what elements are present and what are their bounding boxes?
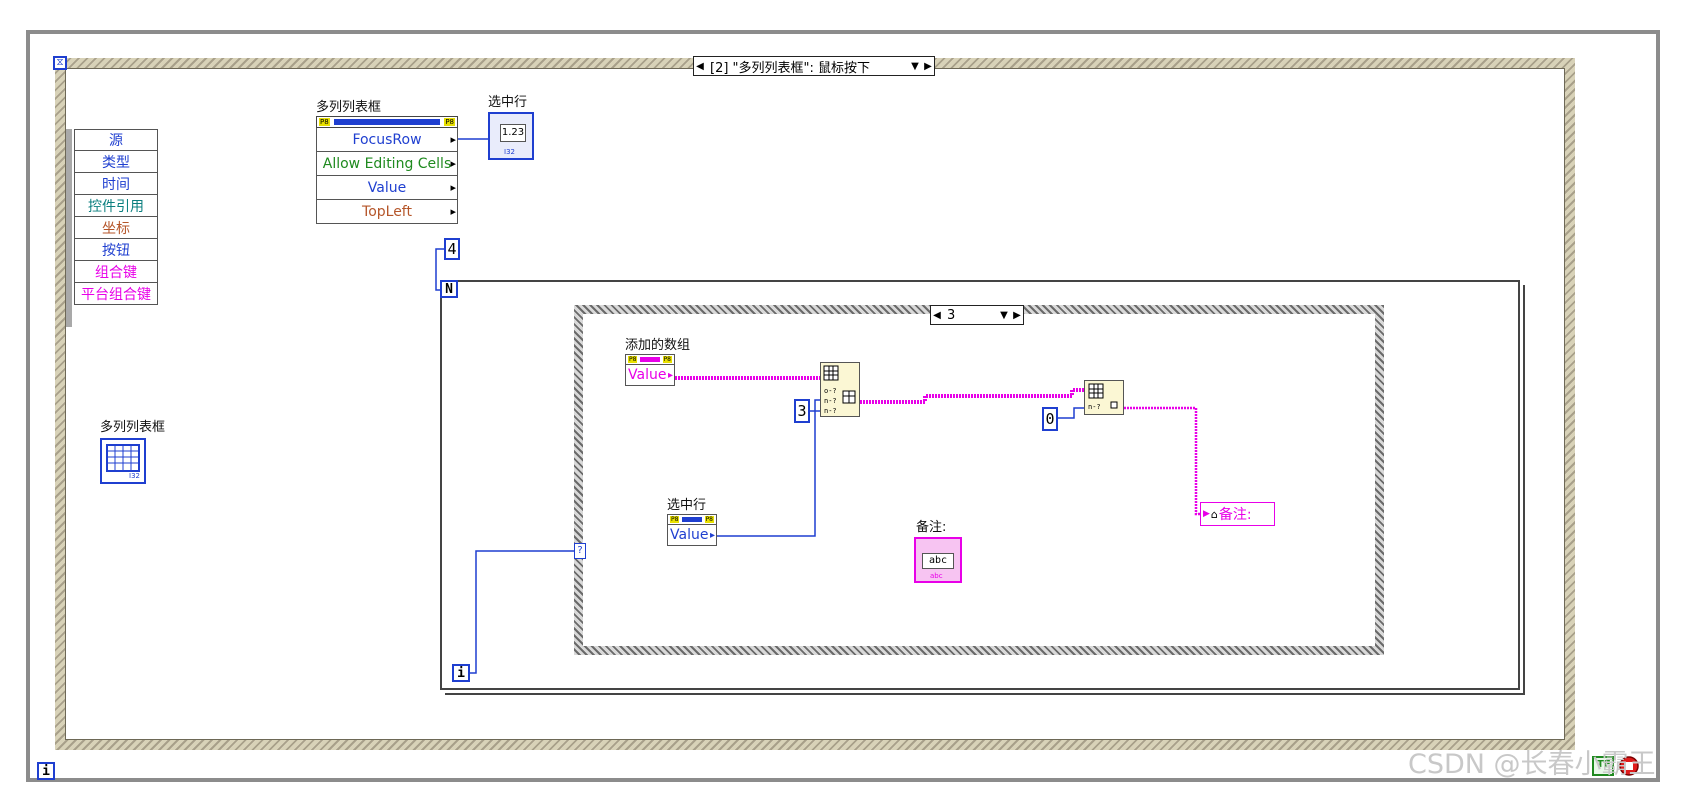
- added-array-title: 添加的数组: [625, 338, 691, 353]
- property-row[interactable]: TopLeft: [316, 200, 458, 224]
- event-data-item[interactable]: 时间: [74, 173, 158, 195]
- property-node-header: P8 P8: [316, 116, 458, 128]
- ref-tag-icon: P8: [319, 118, 330, 126]
- note-indicator[interactable]: abc abc: [914, 537, 962, 583]
- property-row[interactable]: Allow Editing Cells: [316, 152, 458, 176]
- property-row[interactable]: Value: [316, 176, 458, 200]
- event-data-item[interactable]: 按钮: [74, 239, 158, 261]
- svg-text:o-?: o-?: [824, 387, 837, 395]
- svg-text:n-?: n-?: [824, 407, 837, 415]
- insert-into-array-function[interactable]: o-? n-? n-?: [820, 362, 860, 417]
- dropdown-arrow-icon[interactable]: ▼: [997, 310, 1011, 321]
- listbox-terminal-title: 多列列表框: [100, 420, 166, 435]
- added-array-property[interactable]: P8 P8 Value: [625, 354, 675, 386]
- ref-tag-icon: P8: [444, 118, 455, 126]
- loop-count-terminal: N: [440, 280, 458, 298]
- watermark: CSDN @长春小霸王: [1408, 749, 1656, 780]
- array-insert-icon: o-? n-? n-?: [823, 365, 856, 415]
- note-property-node[interactable]: ▶ ⌂ 备注:: [1200, 502, 1275, 526]
- case-structure: [574, 305, 1384, 655]
- event-data-item[interactable]: 平台组合键: [74, 283, 158, 305]
- loop-count-constant[interactable]: 4: [444, 238, 460, 260]
- selected-row-value-label: Value: [668, 525, 716, 545]
- selected-row-indicator-title: 选中行: [488, 95, 528, 110]
- case-selector-value: 3: [947, 307, 956, 323]
- svg-text:n-?: n-?: [1088, 403, 1101, 411]
- event-data-item[interactable]: 坐标: [74, 217, 158, 239]
- event-data-item[interactable]: 控件引用: [74, 195, 158, 217]
- index-constant-0[interactable]: 0: [1042, 407, 1058, 431]
- type-tag: I32: [129, 472, 140, 480]
- type-tag: abc: [930, 572, 943, 580]
- loop-iteration-terminal: i: [452, 664, 470, 682]
- selected-row-local-title: 选中行: [667, 498, 707, 513]
- event-structure-corner-icon[interactable]: ⧖: [53, 56, 67, 70]
- next-case-icon[interactable]: ▶: [922, 61, 934, 72]
- selected-row-indicator[interactable]: 1.23 I32: [488, 112, 534, 160]
- note-property-label: 备注:: [1218, 507, 1252, 523]
- added-array-value-label: Value: [626, 365, 674, 385]
- event-data-item[interactable]: 源: [74, 129, 158, 151]
- case-selector[interactable]: ◀ 3 ▼ ▶: [930, 305, 1024, 325]
- next-case-icon[interactable]: ▶: [1011, 310, 1023, 321]
- dropdown-arrow-icon[interactable]: ▼: [908, 61, 922, 72]
- event-case-selector[interactable]: ◀ [2] "多列列表框": 鼠标按下 ▼ ▶: [693, 56, 935, 76]
- index-array-function[interactable]: n-?: [1084, 380, 1124, 415]
- event-data-node: 源类型 时间 控件引用 坐标 按钮 组合键 平台组合键: [66, 129, 158, 305]
- case-selector-tunnel: ?: [574, 543, 586, 559]
- event-case-label: [2] "多列列表框": 鼠标按下: [710, 60, 871, 76]
- outer-loop-iteration-terminal: i: [37, 762, 55, 780]
- string-display: abc: [922, 553, 954, 569]
- property-row[interactable]: FocusRow: [316, 128, 458, 152]
- property-node[interactable]: P8 P8 FocusRowAllow Editing CellsValueTop…: [316, 116, 458, 224]
- type-tag: I32: [504, 148, 515, 156]
- selected-row-property[interactable]: P8 P8 Value: [667, 514, 717, 546]
- numeric-display: 1.23: [500, 124, 526, 142]
- home-icon: ⌂: [1210, 507, 1218, 521]
- svg-text:n-?: n-?: [824, 397, 837, 405]
- property-node-title: 多列列表框: [316, 100, 382, 115]
- listbox-terminal[interactable]: I32: [100, 438, 146, 484]
- prev-case-icon[interactable]: ◀: [931, 310, 943, 321]
- play-arrow-icon: ▶: [1203, 509, 1210, 519]
- array-index-icon: n-?: [1088, 383, 1118, 411]
- prev-case-icon[interactable]: ◀: [694, 61, 706, 72]
- event-data-item[interactable]: 类型: [74, 151, 158, 173]
- note-indicator-title: 备注:: [916, 520, 947, 535]
- index-constant-3[interactable]: 3: [794, 399, 810, 423]
- event-data-item[interactable]: 组合键: [74, 261, 158, 283]
